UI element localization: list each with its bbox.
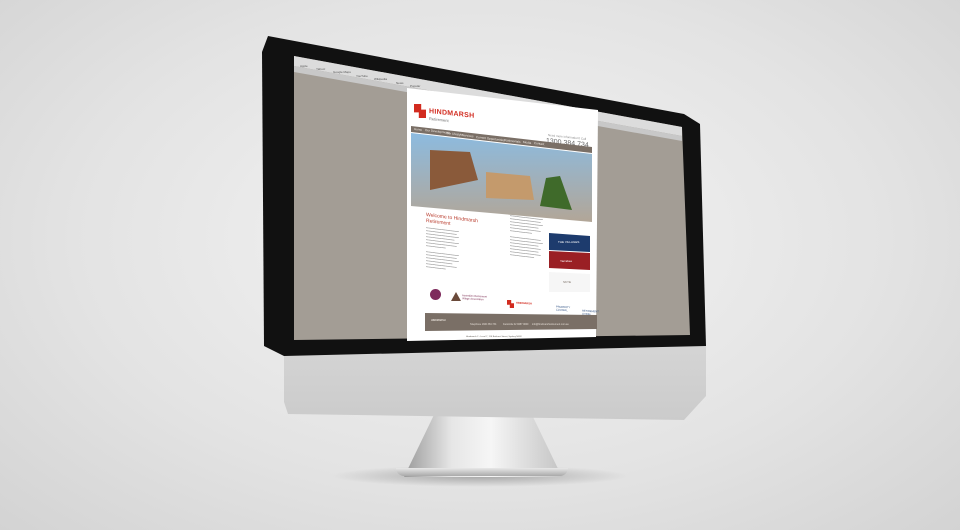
bookmark-item[interactable]: Apple	[300, 64, 308, 68]
ad-label: THE VILLAGES	[558, 240, 580, 244]
bookmark-item[interactable]: News	[396, 81, 404, 85]
nav-item-home[interactable]: Home	[414, 127, 422, 132]
monitor-stand-base	[396, 468, 568, 476]
nav-item-media[interactable]: Media	[523, 140, 531, 145]
ad-label: Yarrabee	[560, 259, 573, 263]
footer-logo[interactable]: HINDMARSH	[431, 319, 446, 322]
bookmark-item[interactable]: Wikipedia	[374, 77, 387, 81]
bookmark-item[interactable]: Popular	[410, 84, 420, 88]
bookmark-item[interactable]: Google Maps	[333, 70, 351, 74]
footer-address: Telephone 1300 384 734	[470, 323, 497, 326]
footer-email[interactable]: info@hindmarshretirement.com.au	[532, 323, 569, 326]
partner-logo-icon[interactable]	[430, 289, 441, 300]
partner-logo-icon[interactable]	[451, 292, 461, 301]
bookmark-item[interactable]: Yahoo!	[316, 67, 325, 71]
footer-address-line: Hindmarsh 2 - Level 7, 116 Bathurst Stre…	[466, 336, 522, 338]
ad-label: SKYE	[563, 280, 572, 284]
footer-fax: Facsimile 02 9387 0000	[503, 323, 529, 326]
partner-logo-text: PROPERTY COUNCIL	[556, 305, 571, 313]
bookmark-item[interactable]: YouTube	[356, 74, 368, 78]
body-text-block: ▬▬▬▬▬▬▬▬▬▬▬▬▬▬▬ ▬▬▬▬▬▬▬▬▬▬▬▬▬▬ ▬▬▬▬▬▬▬▬▬▬▬…	[426, 227, 459, 271]
